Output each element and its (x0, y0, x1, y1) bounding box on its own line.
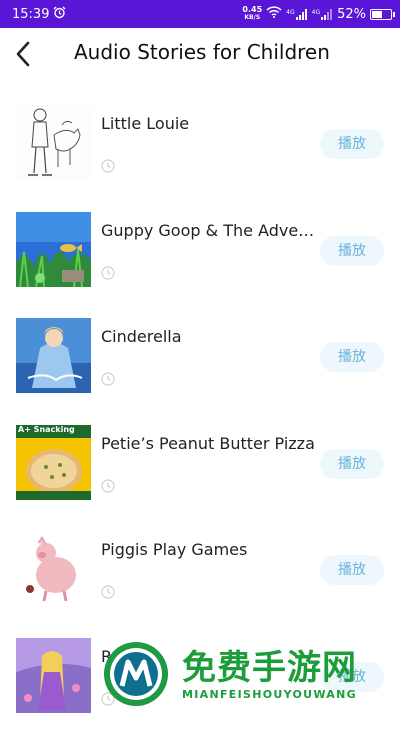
list-item[interactable]: Cinderella 播放 (0, 305, 400, 412)
signal-icon-2: 4G (312, 9, 333, 20)
status-time: 15:39 (12, 7, 49, 22)
story-thumbnail (16, 105, 91, 180)
story-thumbnail (16, 638, 91, 713)
battery-percent: 52% (337, 7, 366, 22)
alarm-icon (53, 6, 66, 23)
boy-and-horse-sketch-icon (16, 105, 91, 180)
play-button[interactable]: 播放 (320, 342, 384, 372)
story-title: Guppy Goop & The Adventu… (101, 221, 321, 240)
list-item[interactable]: A+ Snacking Petie’s Peanut Butter Pizza … (0, 412, 400, 519)
play-button[interactable]: 播放 (320, 449, 384, 479)
story-title: Petie’s Peanut Butter Pizza (101, 434, 321, 453)
list-item[interactable]: Little Louie 播放 (0, 92, 400, 199)
clock-icon (101, 158, 115, 172)
status-bar: 15:39 0.45 KB/S 4G 4G 52% (0, 0, 400, 28)
network-speed: 0.45 KB/S (242, 6, 262, 22)
watermark: 免费手游网 MIANFEISHOUYOUWANG (102, 638, 400, 708)
list-item[interactable]: Piggis Play Games 播放 (0, 518, 400, 625)
battery-icon (370, 9, 392, 20)
watermark-chinese-text: 免费手游网 (182, 640, 357, 689)
story-list: Little Louie 播放 Guppy Goop & The Adventu… (0, 92, 400, 731)
underwater-scene-icon (16, 212, 91, 287)
story-title: Cinderella (101, 327, 321, 346)
network-speed-value: 0.45 (242, 6, 262, 14)
clock-icon (101, 265, 115, 279)
network-speed-unit: KB/S (242, 14, 262, 22)
page-title: Audio Stories for Children (74, 40, 330, 64)
play-button[interactable]: 播放 (320, 236, 384, 266)
clock-icon (101, 584, 115, 598)
play-button[interactable]: 播放 (320, 129, 384, 159)
story-thumbnail (16, 212, 91, 287)
story-thumbnail: A+ Snacking (16, 425, 91, 500)
list-item[interactable]: Guppy Goop & The Adventu… 播放 (0, 199, 400, 306)
clock-icon (101, 371, 115, 385)
watermark-logo-icon (102, 640, 170, 708)
story-title: Little Louie (101, 114, 321, 133)
pizza-cover-icon (16, 425, 91, 500)
wifi-icon (266, 6, 282, 22)
battery-fill (372, 11, 382, 18)
thumbnail-caption: A+ Snacking (18, 425, 75, 434)
cinderella-cover-icon (16, 318, 91, 393)
play-button[interactable]: 播放 (320, 555, 384, 585)
watermark-english-text: MIANFEISHOUYOUWANG (182, 688, 357, 701)
clock-icon (101, 478, 115, 492)
story-title: Piggis Play Games (101, 540, 321, 559)
story-thumbnail (16, 318, 91, 393)
signal-type-label-2: 4G (312, 9, 320, 16)
back-arrow-icon[interactable] (12, 40, 36, 68)
rapunzel-cover-icon (16, 638, 91, 713)
signal-type-label: 4G (286, 9, 294, 16)
header: Audio Stories for Children (0, 28, 400, 80)
pink-pig-icon (16, 531, 91, 606)
signal-icon: 4G (286, 9, 307, 20)
story-thumbnail (16, 531, 91, 606)
